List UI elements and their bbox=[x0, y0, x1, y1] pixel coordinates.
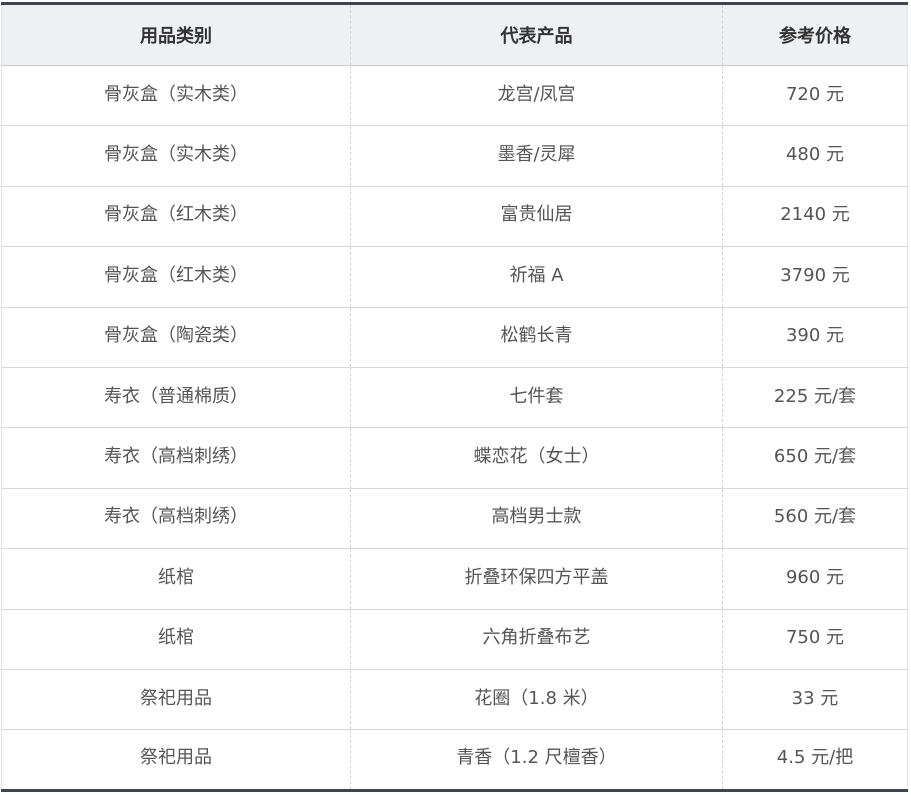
table-row: 纸棺 六角折叠布艺 750 元 bbox=[1, 609, 908, 670]
table-row: 骨灰盒（红木类） 祈福 A 3790 元 bbox=[1, 246, 908, 308]
cell-category: 寿衣（高档刺绣） bbox=[1, 488, 351, 550]
cell-price: 3790 元 bbox=[722, 246, 908, 308]
cell-price: 480 元 bbox=[722, 125, 908, 187]
cell-product: 祈福 A bbox=[350, 246, 723, 308]
cell-product: 折叠环保四方平盖 bbox=[350, 548, 723, 610]
table-header: 用品类别 代表产品 参考价格 bbox=[1, 2, 908, 66]
cell-product: 富贵仙居 bbox=[350, 186, 723, 248]
table-row: 骨灰盒（实木类） 龙宫/凤宫 720 元 bbox=[1, 65, 908, 127]
cell-price: 560 元/套 bbox=[722, 488, 908, 550]
cell-category: 骨灰盒（实木类） bbox=[1, 65, 351, 127]
cell-product: 七件套 bbox=[350, 367, 723, 429]
cell-category: 纸棺 bbox=[1, 548, 351, 610]
cell-category: 寿衣（高档刺绣） bbox=[1, 427, 351, 489]
table-row: 骨灰盒（陶瓷类） 松鹤长青 390 元 bbox=[1, 307, 908, 368]
funeral-supplies-price-table: 用品类别 代表产品 参考价格 骨灰盒（实木类） 龙宫/凤宫 720 元 骨灰盒（… bbox=[1, 2, 908, 792]
cell-product: 六角折叠布艺 bbox=[350, 609, 723, 670]
cell-category: 纸棺 bbox=[1, 609, 351, 670]
table-row: 骨灰盒（实木类） 墨香/灵犀 480 元 bbox=[1, 125, 908, 187]
cell-product: 蝶恋花（女士） bbox=[350, 427, 723, 489]
header-price: 参考价格 bbox=[722, 2, 908, 66]
cell-category: 寿衣（普通棉质） bbox=[1, 367, 351, 429]
cell-product: 青香（1.2 尺檀香） bbox=[350, 729, 723, 792]
cell-price: 650 元/套 bbox=[722, 427, 908, 489]
cell-price: 390 元 bbox=[722, 307, 908, 368]
cell-price: 960 元 bbox=[722, 548, 908, 610]
cell-price: 720 元 bbox=[722, 65, 908, 127]
table-row: 寿衣（高档刺绣） 蝶恋花（女士） 650 元/套 bbox=[1, 427, 908, 489]
cell-category: 骨灰盒（陶瓷类） bbox=[1, 307, 351, 368]
cell-category: 骨灰盒（实木类） bbox=[1, 125, 351, 187]
cell-price: 33 元 bbox=[722, 669, 908, 731]
cell-product: 松鹤长青 bbox=[350, 307, 723, 368]
header-row: 用品类别 代表产品 参考价格 bbox=[1, 2, 908, 66]
cell-price: 2140 元 bbox=[722, 186, 908, 248]
cell-product: 高档男士款 bbox=[350, 488, 723, 550]
cell-price: 4.5 元/把 bbox=[722, 729, 908, 792]
table-row: 纸棺 折叠环保四方平盖 960 元 bbox=[1, 548, 908, 610]
cell-product: 龙宫/凤宫 bbox=[350, 65, 723, 127]
table-row: 寿衣（普通棉质） 七件套 225 元/套 bbox=[1, 367, 908, 429]
table-body: 骨灰盒（实木类） 龙宫/凤宫 720 元 骨灰盒（实木类） 墨香/灵犀 480 … bbox=[1, 65, 908, 792]
cell-product: 花圈（1.8 米） bbox=[350, 669, 723, 731]
price-table-container: 用品类别 代表产品 参考价格 骨灰盒（实木类） 龙宫/凤宫 720 元 骨灰盒（… bbox=[1, 2, 908, 792]
table-row: 祭祀用品 青香（1.2 尺檀香） 4.5 元/把 bbox=[1, 729, 908, 792]
cell-category: 祭祀用品 bbox=[1, 669, 351, 731]
header-product: 代表产品 bbox=[350, 2, 723, 66]
table-row: 寿衣（高档刺绣） 高档男士款 560 元/套 bbox=[1, 488, 908, 550]
cell-category: 骨灰盒（红木类） bbox=[1, 246, 351, 308]
table-row: 骨灰盒（红木类） 富贵仙居 2140 元 bbox=[1, 186, 908, 248]
cell-price: 750 元 bbox=[722, 609, 908, 670]
cell-category: 骨灰盒（红木类） bbox=[1, 186, 351, 248]
cell-category: 祭祀用品 bbox=[1, 729, 351, 792]
cell-price: 225 元/套 bbox=[722, 367, 908, 429]
header-category: 用品类别 bbox=[1, 2, 351, 66]
cell-product: 墨香/灵犀 bbox=[350, 125, 723, 187]
table-row: 祭祀用品 花圈（1.8 米） 33 元 bbox=[1, 669, 908, 731]
